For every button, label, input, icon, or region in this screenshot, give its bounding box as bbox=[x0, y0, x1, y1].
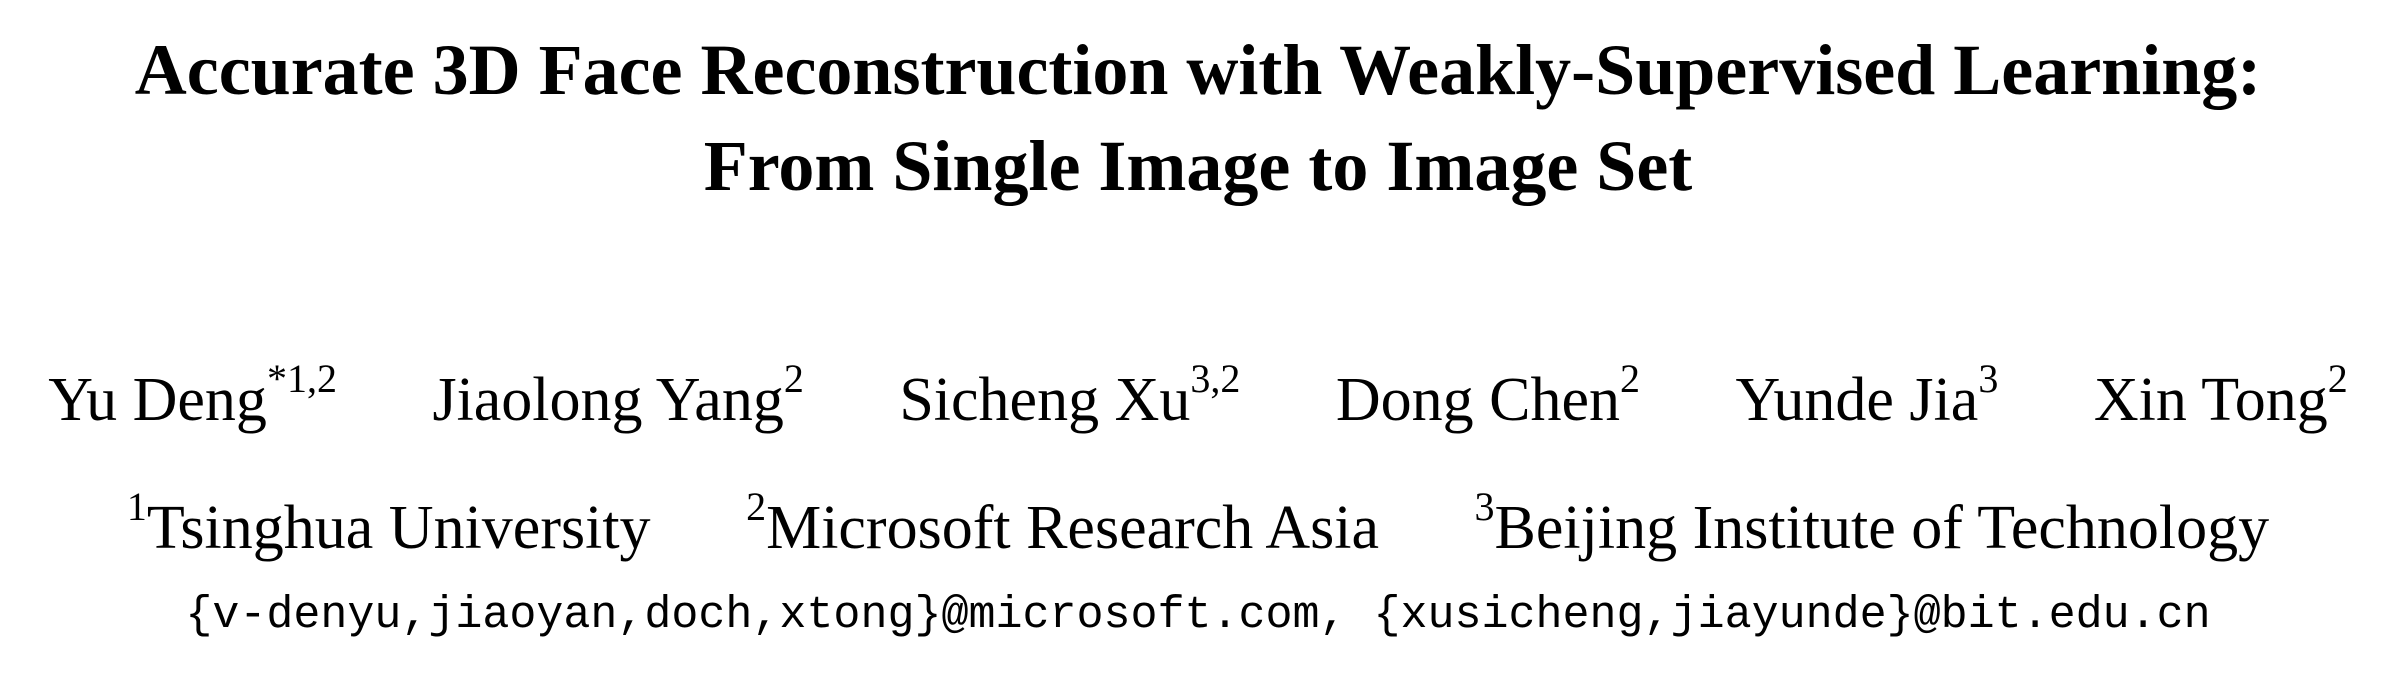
title-line-1: Accurate 3D Face Reconstruction with Wea… bbox=[134, 30, 2262, 110]
author-list: Yu Deng*1,2 Jiaolong Yang2 Sicheng Xu3,2… bbox=[0, 359, 2396, 440]
author: Yunde Jia3 bbox=[1735, 359, 1999, 440]
author-affiliation-mark: 2 bbox=[1620, 356, 1641, 402]
author-name: Yunde Jia bbox=[1735, 366, 1979, 434]
affiliation-mark: 3 bbox=[1474, 484, 1495, 530]
author-name: Jiaolong Yang bbox=[432, 366, 784, 434]
affiliation-name: Beijing Institute of Technology bbox=[1494, 494, 2270, 562]
affiliation-name: Tsinghua University bbox=[146, 494, 651, 562]
author-affiliation-mark: *1,2 bbox=[266, 356, 337, 402]
author-affiliation-mark: 2 bbox=[2327, 356, 2348, 402]
affiliation-mark: 1 bbox=[126, 484, 147, 530]
affiliation-mark: 2 bbox=[746, 484, 767, 530]
author-name: Xin Tong bbox=[2093, 366, 2328, 434]
author: Dong Chen2 bbox=[1335, 359, 1640, 440]
author-name: Dong Chen bbox=[1335, 366, 1621, 434]
author-affiliation-mark: 3,2 bbox=[1190, 356, 1241, 402]
author: Xin Tong2 bbox=[2093, 359, 2348, 440]
affiliation: 1Tsinghua University bbox=[127, 487, 651, 568]
author-affiliation-mark: 3 bbox=[1978, 356, 1999, 402]
affiliation: 2Microsoft Research Asia bbox=[746, 487, 1380, 568]
affiliation-name: Microsoft Research Asia bbox=[766, 494, 1380, 562]
author: Jiaolong Yang2 bbox=[432, 359, 803, 440]
author: Yu Deng*1,2 bbox=[48, 359, 337, 440]
author: Sicheng Xu3,2 bbox=[899, 359, 1240, 440]
affiliation: 3Beijing Institute of Technology bbox=[1475, 487, 2270, 568]
title-line-2: From Single Image to Image Set bbox=[703, 126, 1693, 206]
author-name: Yu Deng bbox=[48, 366, 267, 434]
author-name: Sicheng Xu bbox=[899, 366, 1191, 434]
author-affiliation-mark: 2 bbox=[783, 356, 804, 402]
paper-title: Accurate 3D Face Reconstruction with Wea… bbox=[0, 22, 2396, 214]
author-emails: {v-denyu,jiaoyan,doch,xtong}@microsoft.c… bbox=[185, 590, 2211, 641]
affiliation-list: 1Tsinghua University 2Microsoft Research… bbox=[0, 487, 2396, 568]
